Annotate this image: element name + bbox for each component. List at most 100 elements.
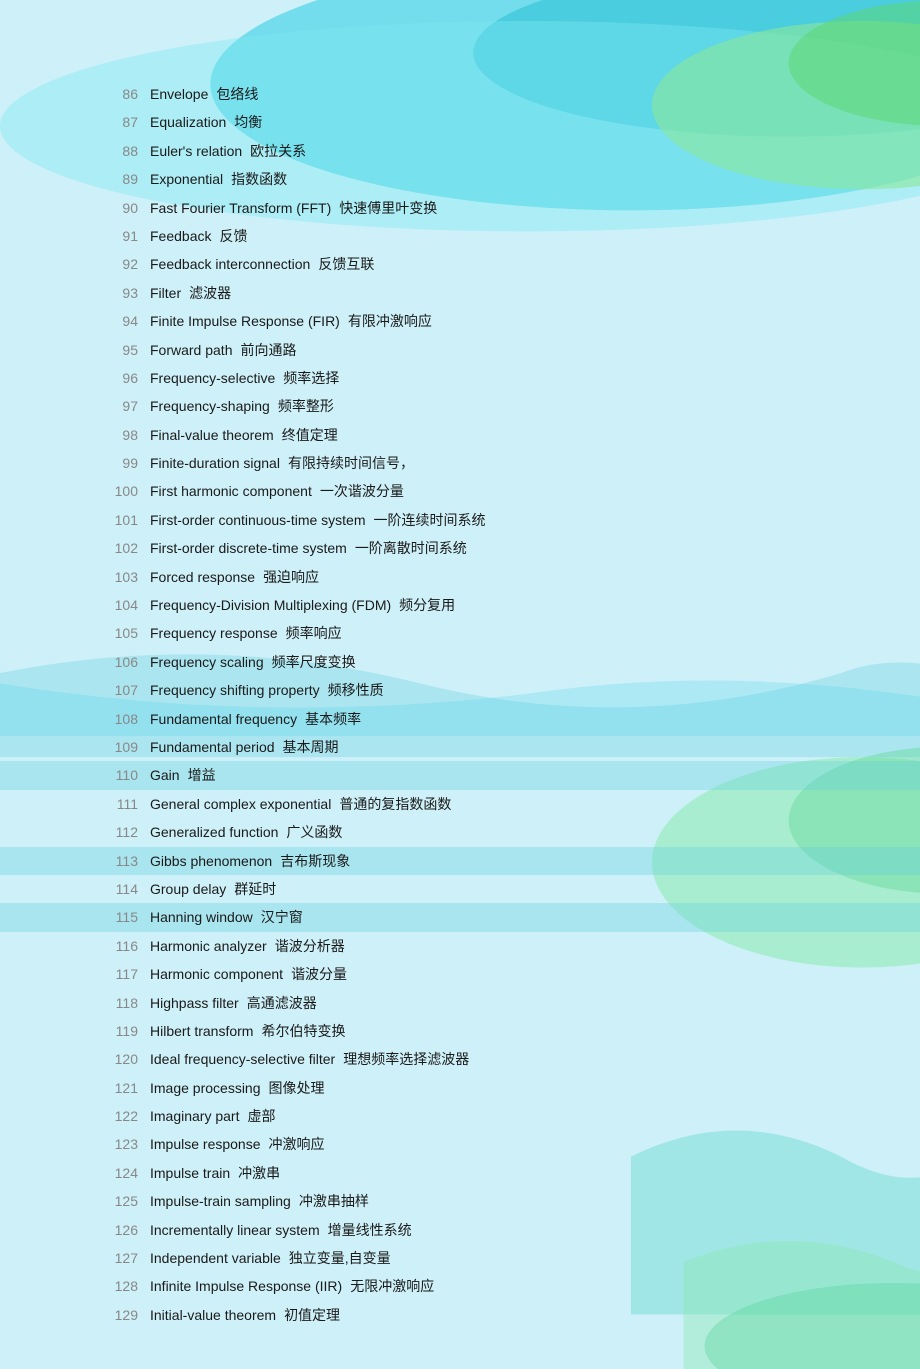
list-item: 101First-order continuous-time system一阶连… — [0, 506, 920, 534]
english-term: Initial-value theorem — [150, 1307, 276, 1323]
list-item: 89Exponential指数函数 — [0, 165, 920, 193]
english-term: Gibbs phenomenon — [150, 853, 272, 869]
entry-term: Generalized function广义函数 — [150, 821, 342, 843]
entry-term: Euler's relation欧拉关系 — [150, 140, 306, 162]
english-term: Gain — [150, 767, 180, 783]
chinese-term: 独立变量,自变量 — [289, 1250, 391, 1266]
chinese-term: 指数函数 — [231, 171, 287, 187]
list-item: 100First harmonic component一次谐波分量 — [0, 477, 920, 505]
entry-term: Forward path 前向通路 — [150, 339, 296, 361]
chinese-term: 反馈 — [219, 228, 247, 244]
chinese-term: 理想频率选择滤波器 — [343, 1051, 469, 1067]
list-item: 127Independent variable 独立变量,自变量 — [0, 1244, 920, 1272]
entry-number: 117 — [110, 963, 150, 985]
entry-number: 93 — [110, 282, 150, 304]
chinese-term: 前向通路 — [240, 342, 296, 358]
entry-number: 113 — [110, 850, 150, 872]
list-item: 118Highpass filter高通滤波器 — [0, 989, 920, 1017]
entry-number: 128 — [110, 1275, 150, 1297]
english-term: Frequency-selective — [150, 370, 275, 386]
english-term: Forced response — [150, 569, 255, 585]
entry-term: Group delay群延时 — [150, 878, 276, 900]
entry-number: 91 — [110, 225, 150, 247]
list-item: 106Frequency scaling频率尺度变换 — [0, 648, 920, 676]
chinese-term: 有限持续时间信号， — [288, 455, 414, 471]
english-term: Infinite Impulse Response (IIR) — [150, 1278, 342, 1294]
chinese-term: 欧拉关系 — [250, 143, 306, 159]
chinese-term: 吉布斯现象 — [280, 853, 350, 869]
entry-number: 122 — [110, 1105, 150, 1127]
entry-term: Finite Impulse Response (FIR)有限冲激响应 — [150, 310, 432, 332]
entry-number: 101 — [110, 509, 150, 531]
chinese-term: 冲激响应 — [269, 1136, 325, 1152]
list-item: 124Impulse train冲激串 — [0, 1159, 920, 1187]
entry-term: Frequency scaling 频率尺度变换 — [150, 651, 356, 673]
list-item: 108Fundamental frequency基本频率 — [0, 705, 920, 733]
entry-term: Frequency-shaping频率整形 — [150, 395, 334, 417]
list-item: 122Imaginary part虚部 — [0, 1102, 920, 1130]
english-term: Finite-duration signal — [150, 455, 280, 471]
english-term: Impulse response — [150, 1136, 261, 1152]
chinese-term: 增益 — [188, 767, 216, 783]
chinese-term: 一阶离散时间系统 — [355, 540, 467, 556]
list-item: 116Harmonic analyzer谐波分析器 — [0, 932, 920, 960]
entry-term: Feedback interconnection反馈互联 — [150, 253, 374, 275]
chinese-term: 汉宁窗 — [261, 909, 303, 925]
entry-term: Fundamental frequency基本频率 — [150, 708, 361, 730]
chinese-term: 一次谐波分量 — [320, 483, 404, 499]
entry-term: Frequency shifting property频移性质 — [150, 679, 384, 701]
entry-number: 88 — [110, 140, 150, 162]
list-item: 123Impulse response 冲激响应 — [0, 1130, 920, 1158]
english-term: Frequency-Division Multiplexing (FDM) — [150, 597, 391, 613]
list-item: 115Hanning window汉宁窗 — [0, 903, 920, 931]
english-term: Ideal frequency-selective filter — [150, 1051, 335, 1067]
chinese-term: 滤波器 — [189, 285, 231, 301]
chinese-term: 频率尺度变换 — [272, 654, 356, 670]
chinese-term: 增量线性系统 — [328, 1222, 412, 1238]
entry-number: 102 — [110, 537, 150, 559]
entry-term: Image processing图像处理 — [150, 1077, 325, 1099]
entry-number: 94 — [110, 310, 150, 332]
list-item: 129Initial-value theorem初值定理 — [0, 1301, 920, 1329]
english-term: Highpass filter — [150, 995, 239, 1011]
list-item: 126Incrementally linear system增量线性系统 — [0, 1216, 920, 1244]
chinese-term: 包络线 — [216, 86, 258, 102]
entry-number: 125 — [110, 1190, 150, 1212]
entry-term: Frequency-selective频率选择 — [150, 367, 339, 389]
entry-number: 119 — [110, 1020, 150, 1042]
list-item: 91Feedback反馈 — [0, 222, 920, 250]
english-term: Independent variable — [150, 1250, 281, 1266]
english-term: Envelope — [150, 86, 208, 102]
entry-number: 99 — [110, 452, 150, 474]
main-content: 86Envelope包络线87Equalization均衡88Euler's r… — [0, 0, 920, 1369]
list-item: 119Hilbert transform希尔伯特变换 — [0, 1017, 920, 1045]
english-term: Filter — [150, 285, 181, 301]
english-term: Imaginary part — [150, 1108, 239, 1124]
entry-number: 123 — [110, 1133, 150, 1155]
entry-number: 127 — [110, 1247, 150, 1269]
english-term: Impulse train — [150, 1165, 230, 1181]
english-term: Frequency scaling — [150, 654, 264, 670]
entry-number: 86 — [110, 83, 150, 105]
english-term: Image processing — [150, 1080, 261, 1096]
list-item: 113Gibbs phenomenon 吉布斯现象 — [0, 847, 920, 875]
entry-term: Filter 滤波器 — [150, 282, 231, 304]
entry-term: Final-value theorem终值定理 — [150, 424, 338, 446]
list-item: 105Frequency response频率响应 — [0, 619, 920, 647]
entry-number: 87 — [110, 111, 150, 133]
entry-term: Feedback反馈 — [150, 225, 247, 247]
english-term: Forward path — [150, 342, 232, 358]
chinese-term: 无限冲激响应 — [350, 1278, 434, 1294]
chinese-term: 频率整形 — [278, 398, 334, 414]
list-item: 128Infinite Impulse Response (IIR) 无限冲激响应 — [0, 1272, 920, 1300]
entry-number: 103 — [110, 566, 150, 588]
entry-number: 129 — [110, 1304, 150, 1326]
entry-term: Independent variable 独立变量,自变量 — [150, 1247, 391, 1269]
entry-term: Forced response强迫响应 — [150, 566, 319, 588]
entry-number: 110 — [110, 764, 150, 786]
entry-number: 112 — [110, 821, 150, 843]
english-term: Group delay — [150, 881, 226, 897]
chinese-term: 基本周期 — [283, 739, 339, 755]
entry-number: 100 — [110, 480, 150, 502]
english-term: General complex exponential — [150, 796, 331, 812]
